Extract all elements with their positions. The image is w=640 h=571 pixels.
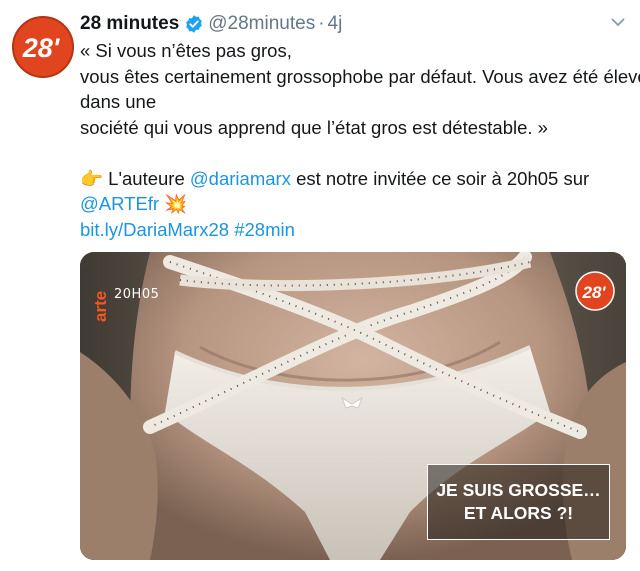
links-line: bit.ly/DariaMarx28 #28min — [80, 217, 625, 243]
mention-artefr[interactable]: @ARTEfr — [80, 193, 159, 214]
timestamp[interactable]: 4j — [328, 13, 343, 35]
separator-dot: · — [318, 13, 325, 34]
caption-line-1: JE SUIS GROSSE… — [436, 480, 601, 500]
arte-logo: arte — [92, 291, 110, 322]
28-minutes-logo: 28' — [12, 16, 74, 78]
url-link[interactable]: bit.ly/DariaMarx28 — [80, 219, 229, 240]
broadcast-time: 20H05 — [114, 287, 160, 302]
invite-line-2: @ARTEfr 💥 — [80, 191, 625, 217]
chevron-down-icon[interactable] — [610, 14, 626, 30]
svg-text:arte: arte — [92, 291, 110, 322]
invite-prefix: L'auteure — [103, 167, 190, 189]
tweet-line-4: société qui vous apprend que l’état gros… — [80, 116, 548, 138]
collision-emoji: 💥 — [164, 193, 188, 214]
tweet-header: 28 minutes @28minutes · 4j — [80, 10, 342, 38]
hashtag-28min[interactable]: #28min — [234, 219, 295, 240]
verified-badge-icon — [186, 15, 203, 33]
author-name[interactable]: 28 minutes — [80, 13, 179, 35]
author-handle[interactable]: @28minutes — [208, 13, 315, 35]
avatar[interactable]: 28' — [10, 14, 76, 80]
invite-middle: est notre invitée ce soir à 20h05 sur — [290, 167, 590, 189]
tweet-line-1: « Si vous n’êtes pas gros, — [80, 40, 292, 61]
svg-text:28': 28' — [582, 283, 607, 302]
invite-line: 👉 L'auteure @dariamarx est notre invitée… — [80, 166, 625, 192]
pointing-hand-emoji: 👉 — [80, 167, 104, 189]
mention-dariamarx[interactable]: @dariamarx — [190, 168, 291, 189]
avatar-label: 28' — [22, 33, 61, 63]
tweet-text: « Si vous n’êtes pas gros, vous êtes cer… — [80, 38, 640, 243]
tweet-line-2: vous êtes certainement grossophobe par d… — [80, 65, 640, 87]
28-logo-badge: 28' — [575, 271, 615, 311]
tweet-media[interactable]: arte 20H05 28' JE SUIS GROSSE… ET ALORS … — [80, 252, 626, 560]
tweet-line-3: dans une — [80, 91, 157, 112]
media-caption: JE SUIS GROSSE… ET ALORS ?! — [427, 464, 610, 540]
caption-line-2: ET ALORS ?! — [463, 503, 574, 523]
